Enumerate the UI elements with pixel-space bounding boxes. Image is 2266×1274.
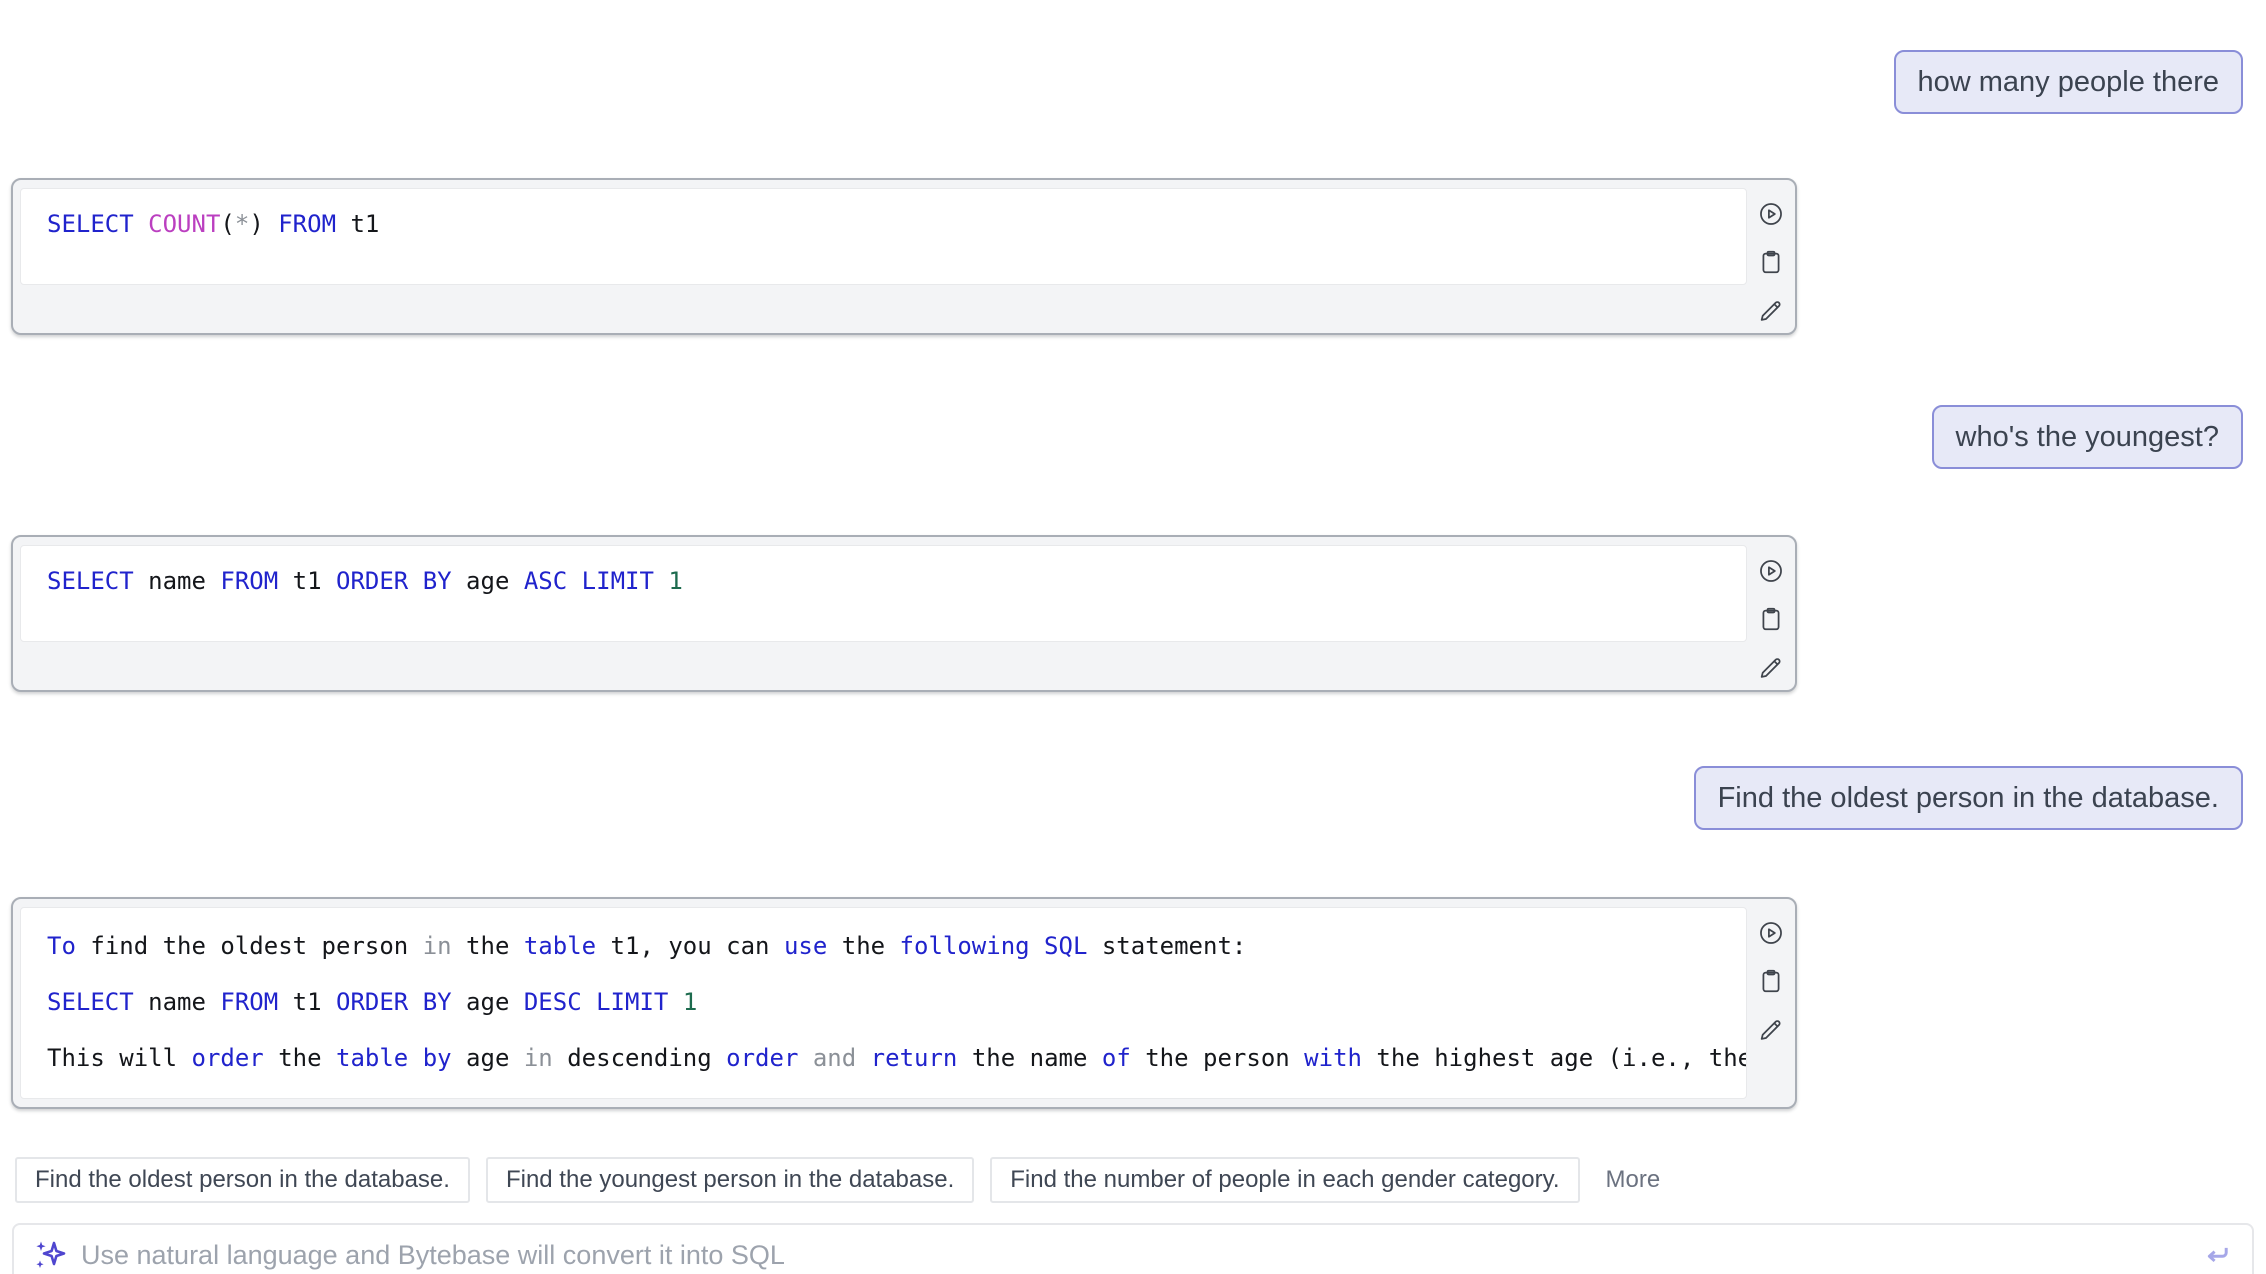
suggestion-chip[interactable]: Find the oldest person in the database. [15,1157,470,1203]
pencil-icon [1757,653,1785,681]
edit-sql-button[interactable] [1757,296,1785,324]
pencil-icon [1757,1015,1785,1043]
user-message-row: Find the oldest person in the database. [0,766,2266,830]
sql-action-toolbar [1753,200,1789,324]
sql-action-toolbar [1753,919,1789,1043]
sql-response-card: To find the oldest person in the table t… [11,897,1797,1109]
clipboard-icon [1757,248,1785,276]
pencil-icon [1757,296,1785,324]
sql-code-line: SELECT name FROM t1 ORDER BY age DESC LI… [47,974,1720,1030]
copy-sql-button[interactable] [1757,248,1785,276]
nl-query-input[interactable] [81,1225,2187,1274]
play-circle-icon [1757,919,1785,947]
run-query-button[interactable] [1757,919,1785,947]
user-message-bubble: Find the oldest person in the database. [1694,766,2243,830]
edit-sql-button[interactable] [1757,653,1785,681]
clipboard-icon [1757,605,1785,633]
user-message-bubble: who's the youngest? [1932,405,2244,469]
sql-code-line: This will order the table by age in desc… [47,1030,1720,1086]
sql-code-line: SELECT name FROM t1 ORDER BY age ASC LIM… [47,567,1720,595]
edit-sql-button[interactable] [1757,1015,1785,1043]
run-query-button[interactable] [1757,200,1785,228]
copy-sql-button[interactable] [1757,605,1785,633]
sparkles-icon [34,1238,68,1272]
nl-query-input-bar [12,1223,2254,1274]
sql-code-editor[interactable]: SELECT COUNT(*) FROM t1 [20,188,1747,285]
sql-code-line: SELECT COUNT(*) FROM t1 [47,210,1720,238]
sql-code-editor[interactable]: SELECT name FROM t1 ORDER BY age ASC LIM… [20,545,1747,642]
submit-query-button[interactable] [2200,1238,2234,1272]
return-icon [2200,1238,2234,1272]
user-message-bubble: how many people there [1894,50,2243,114]
suggestion-chips-row: Find the oldest person in the database. … [15,1157,2266,1203]
sql-code-editor[interactable]: To find the oldest person in the table t… [20,907,1747,1099]
copy-sql-button[interactable] [1757,967,1785,995]
clipboard-icon [1757,967,1785,995]
run-query-button[interactable] [1757,557,1785,585]
user-message-row: who's the youngest? [0,405,2266,469]
sql-response-card: SELECT name FROM t1 ORDER BY age ASC LIM… [11,535,1797,692]
sql-response-card: SELECT COUNT(*) FROM t1 [11,178,1797,335]
suggestion-chip[interactable]: Find the youngest person in the database… [486,1157,974,1203]
play-circle-icon [1757,200,1785,228]
more-suggestions-button[interactable]: More [1606,1166,1661,1194]
sql-action-toolbar [1753,557,1789,681]
play-circle-icon [1757,557,1785,585]
sql-chat-page: how many people there SELECT COUNT(*) FR… [0,0,2266,1274]
sql-code-line: To find the oldest person in the table t… [47,918,1720,974]
suggestion-chip[interactable]: Find the number of people in each gender… [990,1157,1579,1203]
user-message-row: how many people there [0,50,2266,114]
